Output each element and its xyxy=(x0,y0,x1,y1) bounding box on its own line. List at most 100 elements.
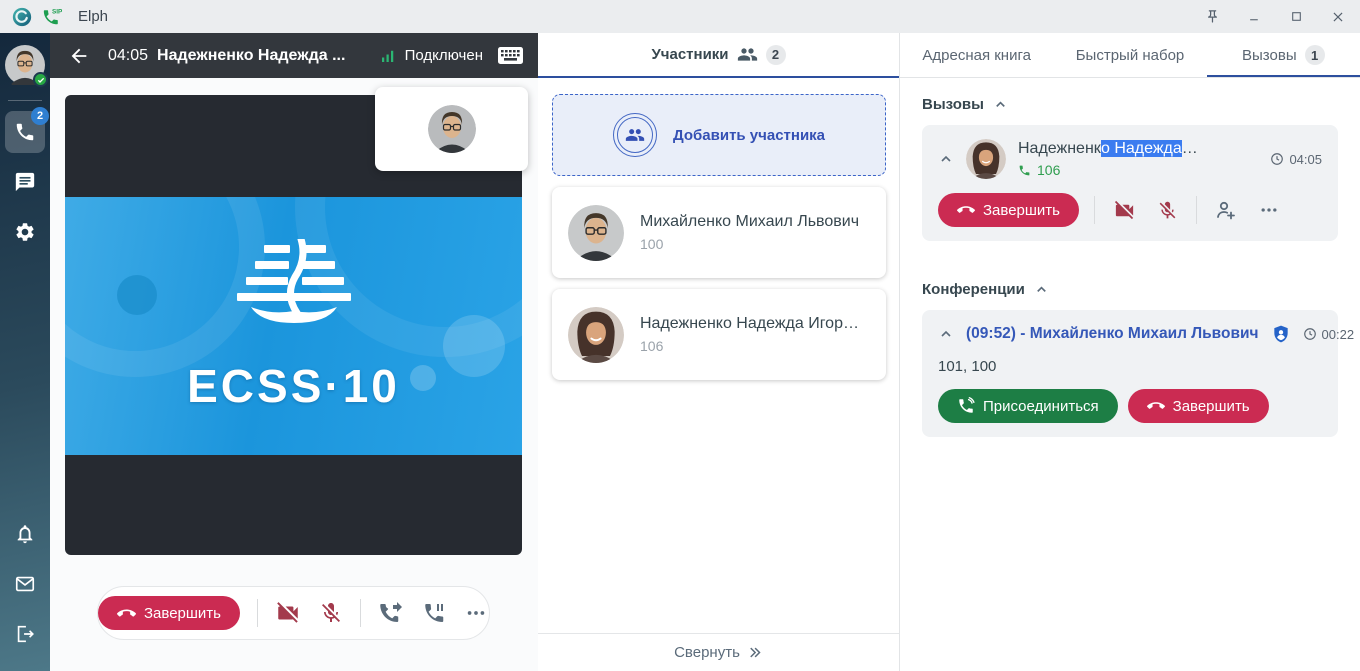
participant-avatar xyxy=(568,205,624,261)
camera-off-icon[interactable] xyxy=(1110,196,1138,224)
collapse-label: Свернуть xyxy=(674,644,740,661)
call-card-duration: 04:05 xyxy=(1289,152,1322,167)
app-logo-icon xyxy=(12,7,32,27)
gear-icon xyxy=(14,221,36,243)
close-button[interactable] xyxy=(1328,7,1348,27)
sidebar-item-calls[interactable]: 2 xyxy=(5,111,45,153)
user-avatar[interactable] xyxy=(5,45,45,85)
conference-members: 101, 100 xyxy=(938,358,1322,375)
phone-icon xyxy=(1018,164,1031,177)
right-panel: Адресная книга Быстрый набор Вызовы 1 Вы… xyxy=(900,33,1360,671)
participant-avatar xyxy=(568,307,624,363)
call-contact-number: 106 xyxy=(1037,162,1060,178)
sidebar-item-chat[interactable] xyxy=(5,161,45,203)
participants-count-badge: 2 xyxy=(766,45,786,65)
phone-icon xyxy=(14,121,36,143)
add-participant-label: Добавить участника xyxy=(673,127,825,144)
calls-tab-badge: 1 xyxy=(1305,45,1325,65)
left-sidebar: 2 xyxy=(0,33,50,671)
collapse-conference-icon[interactable] xyxy=(938,326,954,342)
tab-speed-dial[interactable]: Быстрый набор xyxy=(1053,33,1206,77)
selected-text: о Надежда xyxy=(1101,140,1182,157)
minimize-button[interactable] xyxy=(1244,7,1264,27)
mic-off-icon[interactable] xyxy=(318,599,344,627)
maximize-button[interactable] xyxy=(1286,7,1306,27)
participants-title: Участники xyxy=(651,46,728,63)
window-titlebar: SIP Elph xyxy=(0,0,1360,33)
back-arrow-icon[interactable] xyxy=(68,45,90,67)
participant-name: Надежненко Надежда Игор… xyxy=(640,315,859,333)
participant-name: Михайленко Михаил Львович xyxy=(640,213,859,231)
conference-duration: 00:22 xyxy=(1322,327,1355,342)
sidebar-item-settings[interactable] xyxy=(5,211,45,253)
sidebar-item-notifications[interactable] xyxy=(5,513,45,555)
add-participant-icon xyxy=(613,113,657,157)
conference-title: (09:52) - Михайленко Михаил Львович xyxy=(966,325,1259,343)
chat-icon xyxy=(14,171,36,193)
pin-icon[interactable] xyxy=(1202,7,1222,27)
call-controls-bar: Завершить xyxy=(97,586,490,640)
ecss-logo: ECSS·10 xyxy=(65,197,522,455)
participant-card[interactable]: Михайленко Михаил Львович 100 xyxy=(552,187,886,278)
sidebar-divider xyxy=(8,100,42,101)
people-icon xyxy=(737,44,758,65)
more-options-icon[interactable] xyxy=(463,599,489,627)
participant-number: 106 xyxy=(640,338,859,354)
controls-divider xyxy=(257,599,258,627)
actions-divider xyxy=(1094,196,1095,224)
collapse-call-icon[interactable] xyxy=(938,151,954,167)
controls-divider xyxy=(360,599,361,627)
active-call-card: Надежненко Надежда… 106 04:05 xyxy=(922,125,1338,241)
sip-phone-icon: SIP xyxy=(41,7,63,27)
active-call-panel: 04:05 Надежненко Надежда ... Подключен xyxy=(50,33,538,671)
participants-header: Участники 2 xyxy=(538,33,899,78)
participant-number: 100 xyxy=(640,236,859,252)
bell-icon xyxy=(14,523,36,545)
app-title: Elph xyxy=(78,8,108,25)
self-view-thumbnail[interactable] xyxy=(375,87,528,171)
hold-call-icon[interactable] xyxy=(421,599,447,627)
add-person-icon[interactable] xyxy=(1212,196,1240,224)
actions-divider xyxy=(1196,196,1197,224)
clock-icon xyxy=(1270,152,1284,166)
call-header: 04:05 Надежненко Надежда ... Подключен xyxy=(50,33,538,78)
keyboard-icon[interactable] xyxy=(497,45,524,66)
sidebar-item-voicemail[interactable] xyxy=(5,563,45,605)
ecss-logo-text: ECSS·10 xyxy=(187,359,400,413)
more-options-icon[interactable] xyxy=(1255,196,1283,224)
tab-calls[interactable]: Вызовы 1 xyxy=(1207,33,1360,77)
call-duration: 04:05 xyxy=(108,47,148,65)
calls-count-badge: 2 xyxy=(31,107,49,125)
callee-name: Надежненко Надежда ... xyxy=(157,47,345,65)
transfer-call-icon[interactable] xyxy=(378,599,404,627)
call-contact-name: Надежненко Надежда… xyxy=(1018,140,1198,158)
mail-icon xyxy=(14,573,36,595)
collapse-panel-button[interactable]: Свернуть xyxy=(538,633,899,671)
online-status-icon xyxy=(33,72,48,87)
conference-owner-icon xyxy=(1271,324,1291,344)
signal-strength-icon xyxy=(379,47,397,65)
conferences-section-header[interactable]: Конференции xyxy=(922,281,1338,298)
participants-panel: Участники 2 Добавить участника xyxy=(538,33,900,671)
logout-icon xyxy=(14,623,36,645)
participant-card[interactable]: Надежненко Надежда Игор… 106 xyxy=(552,289,886,380)
clock-icon xyxy=(1303,327,1317,341)
call-avatar xyxy=(966,139,1006,179)
app-window: SIP Elph xyxy=(0,0,1360,671)
camera-off-icon[interactable] xyxy=(275,599,301,627)
calls-section-header[interactable]: Вызовы xyxy=(922,96,1338,113)
connection-status: Подключен xyxy=(405,47,483,64)
svg-text:SIP: SIP xyxy=(52,8,63,15)
double-chevron-right-icon xyxy=(746,645,763,660)
right-panel-tabs: Адресная книга Быстрый набор Вызовы 1 xyxy=(900,33,1360,78)
video-content: ECSS·10 xyxy=(65,197,522,455)
join-conference-button[interactable]: Присоединиться xyxy=(938,389,1118,423)
add-participant-button[interactable]: Добавить участника xyxy=(552,94,886,176)
sidebar-item-logout[interactable] xyxy=(5,613,45,655)
end-conference-button[interactable]: Завершить xyxy=(1128,389,1269,423)
end-call-button[interactable]: Завершить xyxy=(938,193,1079,227)
end-call-button[interactable]: Завершить xyxy=(98,596,240,630)
mic-off-icon[interactable] xyxy=(1153,196,1181,224)
tab-address-book[interactable]: Адресная книга xyxy=(900,33,1053,77)
conference-card: (09:52) - Михайленко Михаил Львович 00:2… xyxy=(922,310,1338,437)
